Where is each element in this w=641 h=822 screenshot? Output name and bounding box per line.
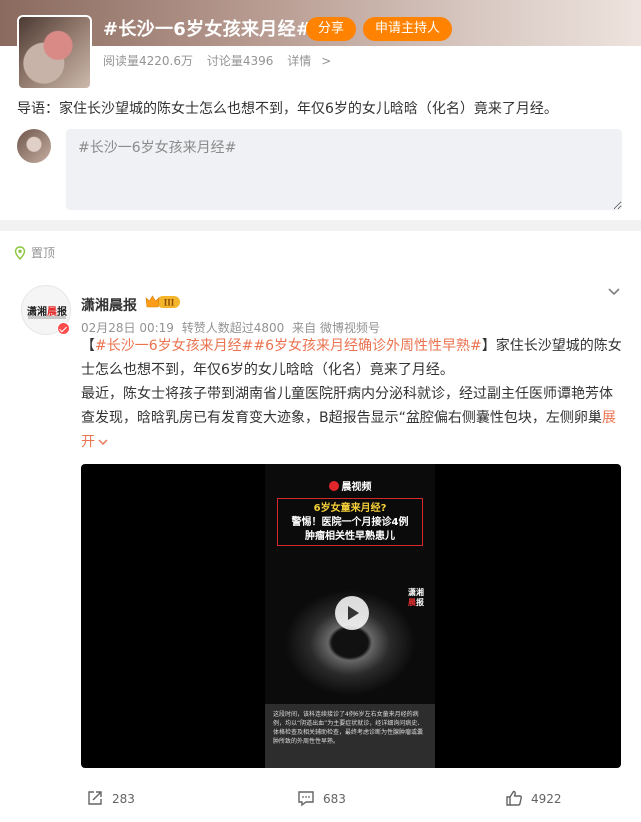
video-watermark: 潇湘 晨报 [408,588,424,607]
read-count: 阅读量4220.6万 [103,54,193,68]
chevron-down-icon [98,439,108,445]
post-source: 来自 微博视频号 [292,321,380,335]
comment-button[interactable]: 683 [297,789,346,807]
details-label[interactable]: 详情 [287,54,311,68]
repost-button[interactable]: 283 [86,789,135,807]
video-caption: 这段时间，该科连续接诊了4例6岁左右女童来月经的病例，均以“阴道出血”为主要症状… [265,704,435,768]
user-avatar[interactable] [17,129,51,163]
share-button[interactable]: 分享 [306,17,356,41]
topic-title: #长沙一6岁女孩来月经# [103,19,312,40]
like-button[interactable]: 4922 [505,789,562,807]
post-composer-input[interactable]: #长沙一6岁女孩来月经# [66,129,622,210]
video-headline: 6岁女童来月经? 警惕！医院一个月接诊4例 肿瘤相关性早熟患儿 [277,498,423,546]
apply-host-button[interactable]: 申请主持人 [363,17,452,41]
vip-level-text: III [164,298,175,308]
hashtag-link[interactable]: #6岁女孩来月经确诊外周性性早熟# [253,338,481,354]
post-card: 置顶 潇湘晨报 潇湘晨报 III 02月28日 00:19 转赞人数超过4800… [0,231,641,822]
post-actions: 283 683 4922 [0,784,641,814]
play-button[interactable] [335,596,369,630]
verified-badge-icon [57,322,70,335]
post-content: 【#长沙一6岁女孩来月经##6岁女孩来月经确诊外周性性早熟#】家住长沙望城的陈女… [81,338,622,450]
discuss-count: 讨论量4396 [206,54,274,68]
video-frame: 晨视频 6岁女童来月经? 警惕！医院一个月接诊4例 肿瘤相关性早熟患儿 潇湘 晨报… [265,464,435,768]
topic-cover-image[interactable] [17,15,92,90]
thumbs-up-icon [506,790,522,806]
details-link[interactable]: 详情 > [287,54,341,68]
avatar-logo-subline [28,316,66,319]
comment-icon [298,791,314,807]
chevron-down-icon[interactable] [606,283,622,299]
post-date[interactable]: 02月28日 00:19 [81,321,174,335]
comment-count: 683 [323,792,346,806]
topic-stats: 阅读量4220.6万 讨论量4396 详情 > [103,52,351,69]
pinned-label: 置顶 [13,244,55,261]
video-brand: 晨视频 [265,478,435,493]
brand-logo-icon [328,481,339,491]
repost-count: 283 [112,792,135,806]
vip-level-badge-icon[interactable]: III [145,294,181,310]
post-likes-meta: 转赞人数超过4800 [181,321,285,335]
hashtag-link[interactable]: #长沙一6岁女孩来月经# [95,338,253,354]
topic-header: #长沙一6岁女孩来月经# 分享 申请主持人 阅读量4220.6万 讨论量4396… [0,0,641,220]
chevron-right-icon: > [321,54,332,68]
video-player[interactable]: 晨视频 6岁女童来月经? 警惕！医院一个月接诊4例 肿瘤相关性早熟患儿 潇湘 晨报… [81,464,621,768]
topic-intro: 导语：家住长沙望城的陈女士怎么也想不到，年仅6岁的女儿晗晗（化名）竟来了月经。 [17,101,558,117]
pinned-text: 置顶 [31,246,56,260]
like-count: 4922 [531,792,562,806]
pin-icon [14,246,26,260]
post-body: 最近，陈女士将孩子带到湖南省儿童医院肝病内分泌科就诊，经过副主任医师谭艳芳体查发… [81,386,613,426]
author-name[interactable]: 潇湘晨报 [81,295,137,315]
repost-icon [88,791,102,805]
